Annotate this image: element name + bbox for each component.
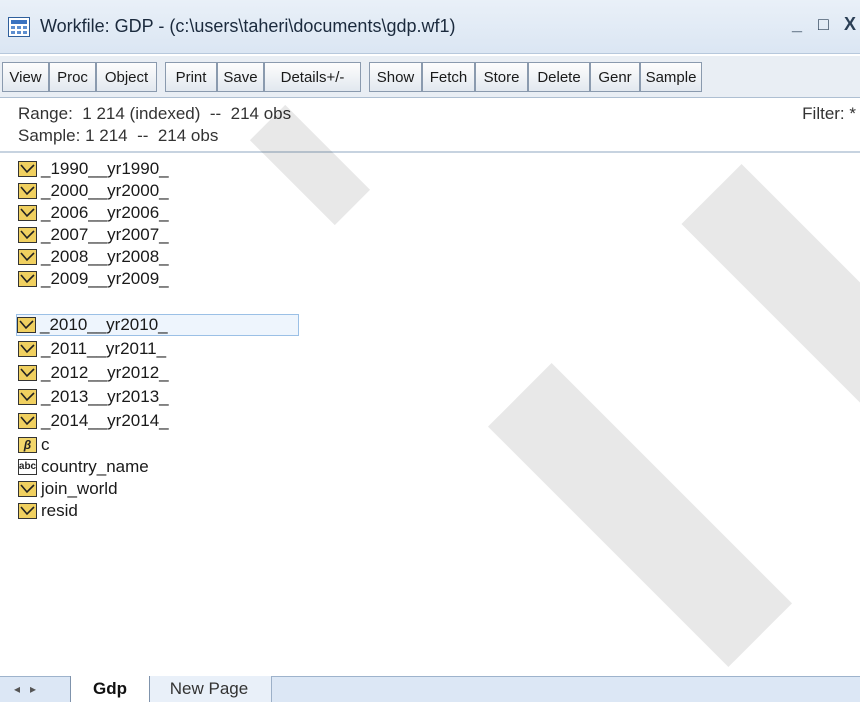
close-button[interactable]: X	[844, 14, 856, 35]
object-name: _2008__yr2008_	[41, 247, 169, 266]
object-name: _2013__yr2013_	[41, 387, 169, 406]
tab-scroll-left[interactable]: ◂	[14, 682, 20, 696]
list-item[interactable]: resid	[18, 500, 78, 522]
workfile-toolbar: View Proc Object Print Save Details+/- S…	[0, 56, 860, 98]
list-item[interactable]: _2012__yr2012_	[18, 362, 169, 384]
abc-icon: abc	[18, 459, 37, 475]
list-item[interactable]: _2013__yr2013_	[18, 386, 169, 408]
series-icon	[18, 389, 37, 405]
object-name: _2012__yr2012_	[41, 363, 169, 382]
list-item[interactable]: abc country_name	[18, 456, 149, 478]
object-name: _2011__yr2011_	[41, 339, 167, 358]
series-icon	[18, 481, 37, 497]
list-item[interactable]: _2014__yr2014_	[18, 410, 169, 432]
tab-gdp[interactable]: Gdp	[70, 676, 150, 702]
title-bar: Workfile: GDP - (c:\users\taheri\documen…	[0, 0, 860, 54]
list-item-selected[interactable]: _2010__yr2010_	[16, 314, 299, 336]
list-item[interactable]: _2009__yr2009_	[18, 268, 169, 290]
sample-button[interactable]: Sample	[640, 62, 702, 92]
object-name: _2000__yr2000_	[41, 181, 169, 200]
show-button[interactable]: Show	[369, 62, 422, 92]
delete-button[interactable]: Delete	[528, 62, 590, 92]
save-button[interactable]: Save	[217, 62, 264, 92]
object-name: resid	[41, 501, 78, 520]
series-icon	[18, 271, 37, 287]
series-icon	[18, 183, 37, 199]
object-name: _2007__yr2007_	[41, 225, 169, 244]
range-info: Range: 1 214 (indexed) -- 214 obs Sample…	[0, 99, 860, 151]
list-item[interactable]: _2011__yr2011_	[18, 338, 166, 360]
store-button[interactable]: Store	[475, 62, 528, 92]
object-name: _2006__yr2006_	[41, 203, 169, 222]
object-name: c	[41, 435, 50, 454]
series-icon	[18, 227, 37, 243]
object-button[interactable]: Object	[96, 62, 157, 92]
series-icon	[18, 161, 37, 177]
list-item[interactable]: _1990__yr1990_	[18, 158, 169, 180]
series-icon	[17, 317, 36, 333]
list-item[interactable]: _2006__yr2006_	[18, 202, 169, 224]
minimize-button[interactable]: _	[792, 14, 802, 35]
divider	[0, 151, 860, 153]
series-icon	[18, 205, 37, 221]
object-list: _1990__yr1990_ _2000__yr2000_ _2006__yr2…	[0, 158, 860, 648]
genr-button[interactable]: Genr	[590, 62, 640, 92]
series-icon	[18, 249, 37, 265]
tab-scroll-right[interactable]: ▸	[30, 682, 36, 696]
object-name: _1990__yr1990_	[41, 159, 169, 178]
list-item[interactable]: _2008__yr2008_	[18, 246, 169, 268]
list-item[interactable]: β c	[18, 434, 50, 456]
window-title: Workfile: GDP - (c:\users\taheri\documen…	[40, 16, 456, 36]
maximize-button[interactable]: □	[818, 14, 829, 35]
object-name: _2014__yr2014_	[41, 411, 169, 430]
details-button[interactable]: Details+/-	[264, 62, 361, 92]
list-item[interactable]: _2007__yr2007_	[18, 224, 169, 246]
page-tabs: ◂ ▸ New Page Gdp	[0, 676, 860, 702]
range-text[interactable]: Range: 1 214 (indexed) -- 214 obs	[18, 104, 291, 124]
list-item[interactable]: join_world	[18, 478, 118, 500]
series-icon	[18, 503, 37, 519]
object-name: country_name	[41, 457, 149, 476]
list-item[interactable]: _2000__yr2000_	[18, 180, 169, 202]
fetch-button[interactable]: Fetch	[422, 62, 475, 92]
object-name: _2010__yr2010_	[40, 315, 168, 334]
object-name: _2009__yr2009_	[41, 269, 169, 288]
tab-new-page[interactable]: New Page	[146, 676, 272, 702]
series-icon	[18, 365, 37, 381]
view-button[interactable]: View	[2, 62, 49, 92]
print-button[interactable]: Print	[165, 62, 217, 92]
object-name: join_world	[41, 479, 118, 498]
filter-text[interactable]: Filter: *	[802, 104, 856, 124]
series-icon	[18, 413, 37, 429]
beta-icon: β	[18, 437, 37, 453]
series-icon	[18, 341, 37, 357]
workfile-icon	[8, 17, 30, 37]
sample-text[interactable]: Sample: 1 214 -- 214 obs	[18, 126, 218, 146]
proc-button[interactable]: Proc	[49, 62, 96, 92]
